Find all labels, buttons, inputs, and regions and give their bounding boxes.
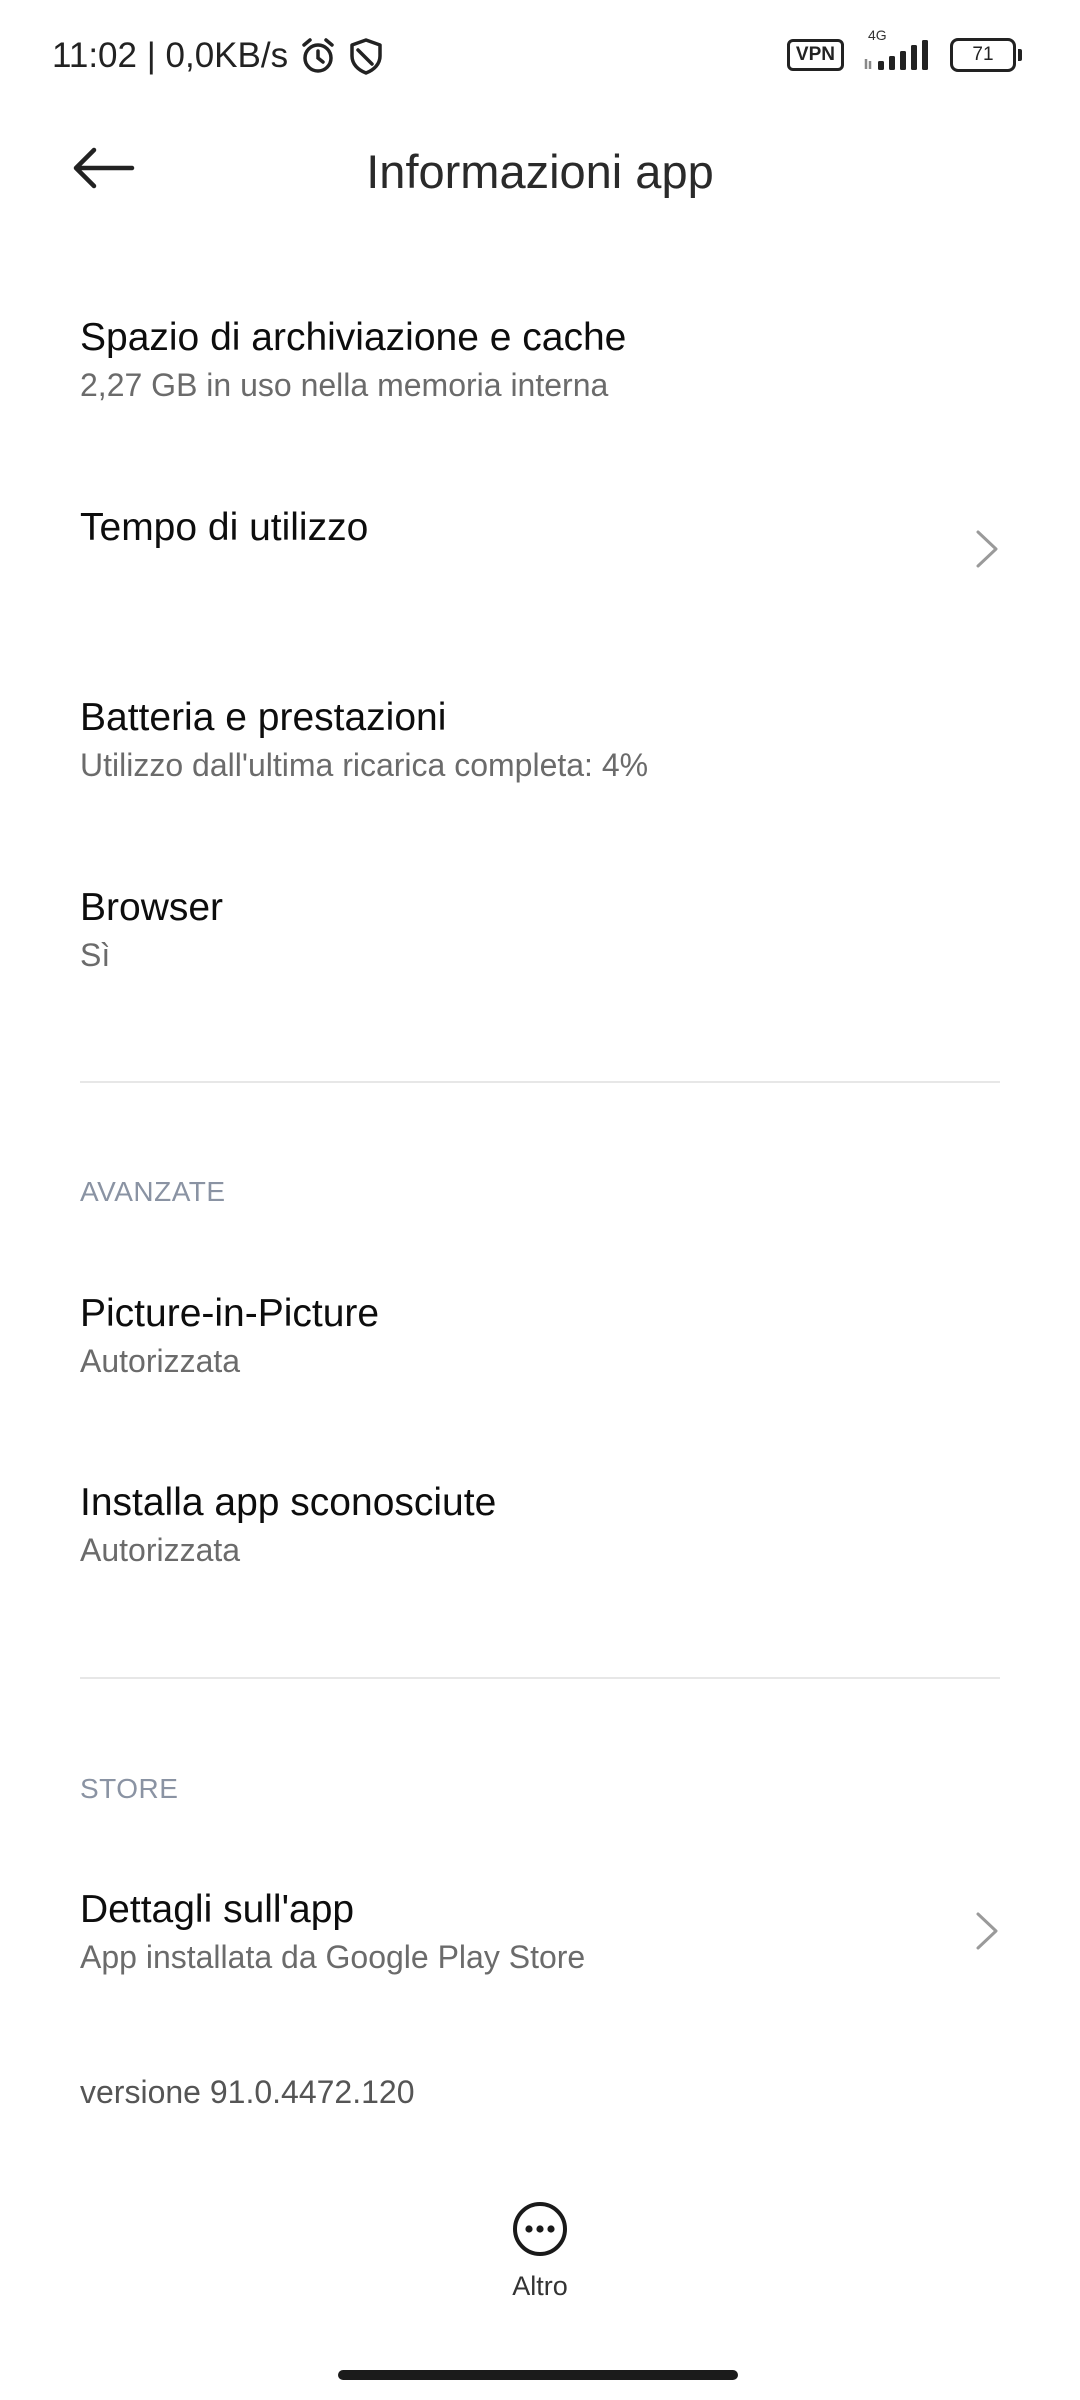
battery-indicator: 71 — [950, 38, 1022, 72]
item-subtitle: Utilizzo dall'ultima ricarica completa: … — [80, 747, 649, 783]
home-indicator[interactable] — [338, 2370, 738, 2380]
status-right: VPN 4G 71 — [786, 27, 1022, 72]
item-title: Tempo di utilizzo — [80, 506, 369, 549]
item-title: Installa app sconosciute — [80, 1481, 497, 1524]
item-subtitle: 2,27 GB in uso nella memoria interna — [80, 367, 609, 403]
battery-performance-item[interactable]: Batteria e prestazioni Utilizzo dall'ult… — [80, 694, 1000, 786]
status-time-speed: 11:02 | 0,0KB/s — [52, 36, 289, 75]
usage-time-item[interactable]: Tempo di utilizzo — [80, 504, 1000, 594]
chevron-right-icon — [974, 528, 1000, 575]
battery-level: 71 — [972, 44, 994, 65]
divider — [80, 1677, 1000, 1679]
more-label: Altro — [512, 2271, 568, 2301]
chevron-right-icon — [974, 1910, 1000, 1957]
storage-cache-item[interactable]: Spazio di archiviazione e cache 2,27 GB … — [80, 314, 1000, 406]
status-bar: 11:02 | 0,0KB/s VPN 4G 71 — [0, 0, 1080, 110]
app-header: Informazioni app — [0, 110, 1080, 230]
status-left: 11:02 | 0,0KB/s — [52, 36, 384, 76]
shield-icon — [348, 36, 384, 76]
install-unknown-apps-item[interactable]: Installa app sconosciute Autorizzata — [80, 1479, 1000, 1571]
section-header-store: STORE — [80, 1773, 179, 1804]
page-title: Informazioni app — [366, 145, 714, 198]
divider — [80, 1081, 1000, 1083]
item-title: Browser — [80, 886, 224, 929]
signal-icon: 4G — [862, 27, 932, 71]
item-subtitle: Sì — [80, 937, 111, 973]
item-title: Dettagli sull'app — [80, 1888, 355, 1931]
vpn-badge: VPN — [786, 39, 844, 71]
item-subtitle: Autorizzata — [80, 1532, 241, 1568]
network-type: 4G — [868, 27, 887, 43]
alarm-icon — [298, 36, 338, 76]
item-subtitle: App installata da Google Play Store — [80, 1939, 586, 1975]
item-title: Picture-in-Picture — [80, 1292, 380, 1335]
more-horizontal-icon — [511, 2200, 569, 2263]
item-title: Batteria e prestazioni — [80, 696, 447, 739]
version-text: versione 91.0.4472.120 — [80, 2074, 415, 2110]
item-title: Spazio di archiviazione e cache — [80, 316, 627, 359]
item-subtitle: Autorizzata — [80, 1343, 241, 1379]
picture-in-picture-item[interactable]: Picture-in-Picture Autorizzata — [80, 1290, 1000, 1382]
section-header-advanced: AVANZATE — [80, 1176, 226, 1207]
browser-item[interactable]: Browser Sì — [80, 884, 1000, 976]
more-button[interactable]: Altro — [480, 2200, 600, 2320]
app-details-item[interactable]: Dettagli sull'app App installata da Goog… — [80, 1886, 1000, 1978]
